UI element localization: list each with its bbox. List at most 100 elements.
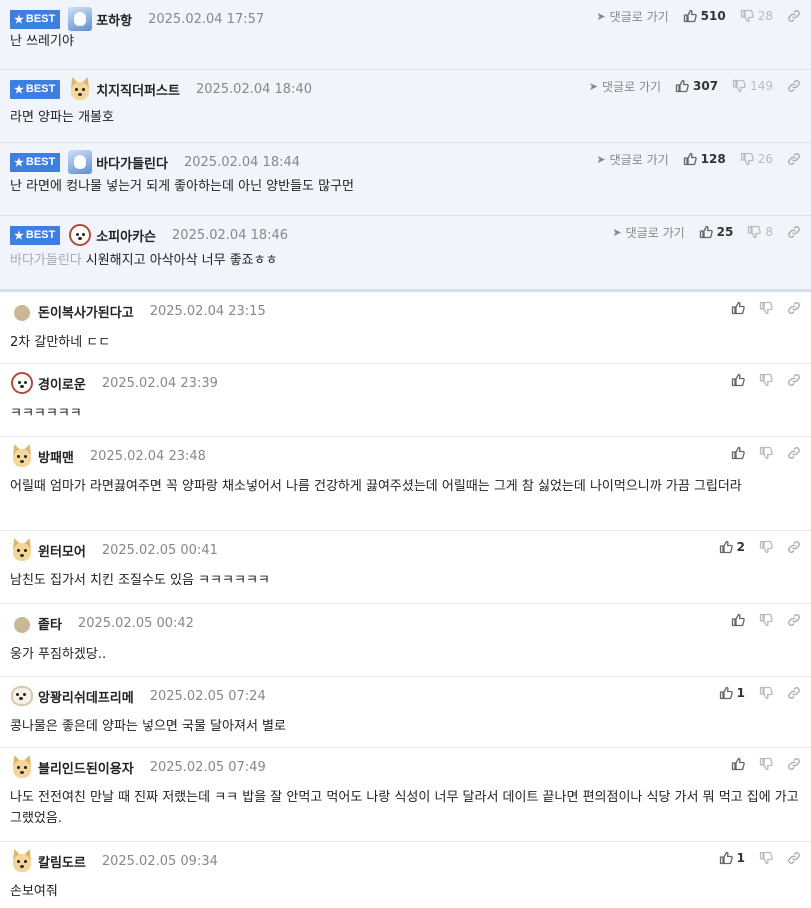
link-icon[interactable] <box>787 851 801 865</box>
avatar[interactable] <box>14 617 30 633</box>
thumbs-up-icon <box>719 851 733 865</box>
comment-actions <box>731 370 801 390</box>
comment-actions <box>731 754 801 774</box>
link-icon[interactable] <box>787 9 801 23</box>
avatar[interactable] <box>68 7 93 31</box>
dislike-button[interactable] <box>759 446 773 460</box>
timestamp: 2025.02.05 07:49 <box>149 759 266 775</box>
link-icon[interactable] <box>787 225 801 239</box>
comment-body: 어릴때 엄마가 라면끓여주면 꼭 양파랑 채소넣어서 나름 건강하게 끓여주셨는… <box>10 479 742 494</box>
link-icon[interactable] <box>787 373 801 387</box>
thumbs-up-icon <box>683 9 697 23</box>
dislike-button[interactable] <box>759 851 773 865</box>
avatar[interactable] <box>10 755 34 779</box>
nickname[interactable]: 바다가들린다 <box>96 153 168 172</box>
comment-actions: 1 <box>719 683 801 703</box>
nickname[interactable]: 돈이복사가된다고 <box>38 302 134 321</box>
thumbs-up-icon <box>675 79 689 93</box>
like-button[interactable] <box>731 757 745 771</box>
nickname[interactable]: 포하항 <box>96 10 132 29</box>
link-icon[interactable] <box>787 613 801 627</box>
dislike-button[interactable] <box>759 757 773 771</box>
dislike-button[interactable] <box>759 540 773 554</box>
nickname[interactable]: 좉타 <box>38 614 62 633</box>
star-icon: ★ <box>14 13 24 26</box>
dislike-button[interactable] <box>759 373 773 387</box>
avatar[interactable] <box>14 305 30 321</box>
link-icon[interactable] <box>787 152 801 166</box>
go-to-reply-label: 댓글로 가기 <box>609 152 669 167</box>
avatar[interactable] <box>10 849 34 873</box>
navigate-arrow-icon: ➤ <box>612 225 622 239</box>
star-icon: ★ <box>14 229 24 242</box>
dislike-button[interactable] <box>759 686 773 700</box>
comment-body: 라면 양파는 개볼호 <box>10 110 114 125</box>
comment-header: 블리인드된이용자 2025.02.05 07:49 <box>10 755 266 779</box>
link-icon[interactable] <box>787 540 801 554</box>
dislike-count: 28 <box>757 9 773 23</box>
nickname[interactable]: 경이로운 <box>38 374 86 393</box>
like-button[interactable] <box>731 373 745 387</box>
nickname[interactable]: 윈터모어 <box>38 541 86 560</box>
link-icon[interactable] <box>787 757 801 771</box>
go-to-reply-link[interactable]: ➤ 댓글로 가기 <box>596 151 668 168</box>
timestamp: 2025.02.04 18:46 <box>172 227 289 243</box>
avatar[interactable] <box>68 77 93 101</box>
link-icon[interactable] <box>787 79 801 93</box>
comment: 앙꽝리쉬데프리메 2025.02.05 07:24 1 콩나물은 좋은데 양파는 넣으… <box>0 677 811 748</box>
avatar[interactable] <box>68 150 93 174</box>
thumbs-down-icon <box>759 757 773 771</box>
thumbs-down-icon <box>732 79 746 93</box>
dislike-button[interactable] <box>759 301 773 315</box>
like-count: 1 <box>736 851 745 865</box>
comment-text: 손보여줘 <box>10 881 800 902</box>
avatar[interactable] <box>10 444 34 468</box>
avatar[interactable] <box>10 371 34 395</box>
comment-header: 방패맨 2025.02.04 23:48 <box>10 444 206 468</box>
like-button[interactable] <box>731 446 745 460</box>
like-count: 1 <box>736 686 745 700</box>
like-button[interactable]: 1 <box>719 851 745 865</box>
like-button[interactable] <box>731 613 745 627</box>
avatar[interactable] <box>10 538 34 562</box>
go-to-reply-link[interactable]: ➤ 댓글로 가기 <box>612 224 684 241</box>
nickname[interactable]: 방패맨 <box>38 447 74 466</box>
comment-actions <box>731 298 801 318</box>
dislike-button[interactable]: 26 <box>740 152 773 166</box>
dislike-button[interactable]: 28 <box>740 9 773 23</box>
best-label: BEST <box>25 229 56 241</box>
like-button[interactable]: 510 <box>683 9 726 23</box>
timestamp: 2025.02.05 00:41 <box>101 542 218 558</box>
comment-list: ★ BEST 포하항 2025.02.04 17:57 ➤ 댓글로 가기 510 28 난 쓰레… <box>0 0 811 908</box>
avatar[interactable] <box>68 223 92 247</box>
dislike-button[interactable]: 8 <box>747 225 773 239</box>
avatar[interactable] <box>10 684 34 708</box>
mention[interactable]: 바다가들린다 <box>10 253 82 268</box>
nickname[interactable]: 소피아카슨 <box>96 226 156 245</box>
nickname[interactable]: 블리인드된이용자 <box>38 758 134 777</box>
best-label: BEST <box>25 156 56 168</box>
like-button[interactable]: 307 <box>675 79 718 93</box>
dislike-button[interactable]: 149 <box>732 79 773 93</box>
like-button[interactable]: 2 <box>719 540 745 554</box>
nickname[interactable]: 앙꽝리쉬데프리메 <box>38 687 134 706</box>
comment-header: 돈이복사가된다고 2025.02.04 23:15 <box>10 300 266 322</box>
like-button[interactable]: 1 <box>719 686 745 700</box>
timestamp: 2025.02.04 17:57 <box>148 11 265 27</box>
thumbs-up-icon <box>683 152 697 166</box>
link-icon[interactable] <box>787 301 801 315</box>
nickname[interactable]: 치지직더퍼스트 <box>96 80 180 99</box>
like-button[interactable]: 128 <box>683 152 726 166</box>
like-button[interactable] <box>731 301 745 315</box>
go-to-reply-link[interactable]: ➤ 댓글로 가기 <box>596 8 668 25</box>
link-icon[interactable] <box>787 686 801 700</box>
go-to-reply-link[interactable]: ➤ 댓글로 가기 <box>589 78 661 95</box>
nickname[interactable]: 칼림도르 <box>38 852 86 871</box>
comment-text: 어릴때 엄마가 라면끓여주면 꼭 양파랑 채소넣어서 나름 건강하게 끓여주셨는… <box>10 476 800 497</box>
comment-header: ★ BEST 소피아카슨 2025.02.04 18:46 <box>10 224 288 246</box>
comment: 좉타 2025.02.05 00:42 웅가 푸짐하겠당.. <box>0 604 811 677</box>
comment-body: 시원해지고 아삭아삭 너무 좋죠ㅎㅎ <box>85 253 278 268</box>
dislike-button[interactable] <box>759 613 773 627</box>
link-icon[interactable] <box>787 446 801 460</box>
like-button[interactable]: 25 <box>699 225 733 239</box>
